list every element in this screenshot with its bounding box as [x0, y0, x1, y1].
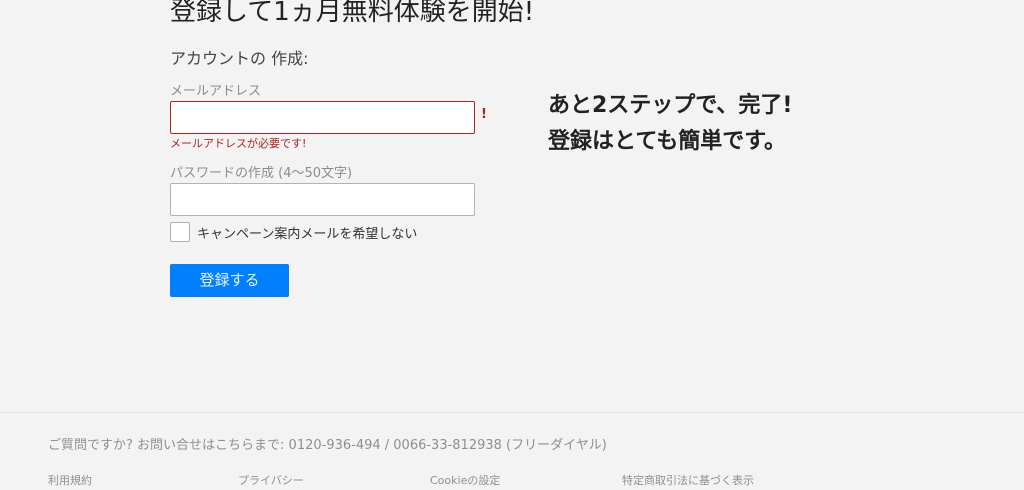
footer-link-cookie-settings[interactable]: Cookieの設定 — [430, 472, 500, 488]
footer-contact-text: ご質問ですか? お問い合せはこちらまで: 0120-936-494 / 0066… — [48, 438, 607, 453]
password-field[interactable] — [170, 183, 475, 216]
email-error-icon: ! — [481, 107, 487, 122]
footer-link-commercial-law[interactable]: 特定商取引法に基づく表示 — [622, 472, 754, 488]
section-title: アカウントの 作成: — [170, 49, 309, 68]
promo-line-1: あと2ステップで、完了! — [548, 93, 793, 118]
signup-page: 登録して1ヵ月無料体験を開始! アカウントの 作成: メールアドレス ! メール… — [0, 0, 1024, 490]
password-label: パスワードの作成 (4〜50文字) — [170, 166, 353, 181]
footer: ご質問ですか? お問い合せはこちらまで: 0120-936-494 / 0066… — [0, 412, 1024, 490]
promo-message: あと2ステップで、完了! 登録はとても簡単です。 — [548, 88, 792, 160]
email-field[interactable] — [170, 101, 475, 134]
newsletter-opt-out-label[interactable]: キャンペーン案内メールを希望しない — [197, 223, 417, 242]
footer-link-terms[interactable]: 利用規約 — [48, 472, 92, 488]
footer-link-privacy[interactable]: プライバシー — [238, 472, 304, 488]
email-error-message: メールアドレスが必要です! — [170, 137, 307, 150]
promo-line-2: 登録はとても簡単です。 — [548, 129, 787, 154]
newsletter-opt-out-checkbox[interactable] — [170, 222, 190, 242]
email-label: メールアドレス — [170, 84, 262, 99]
page-title: 登録して1ヵ月無料体験を開始! — [170, 0, 535, 27]
register-button[interactable]: 登録する — [170, 264, 289, 297]
